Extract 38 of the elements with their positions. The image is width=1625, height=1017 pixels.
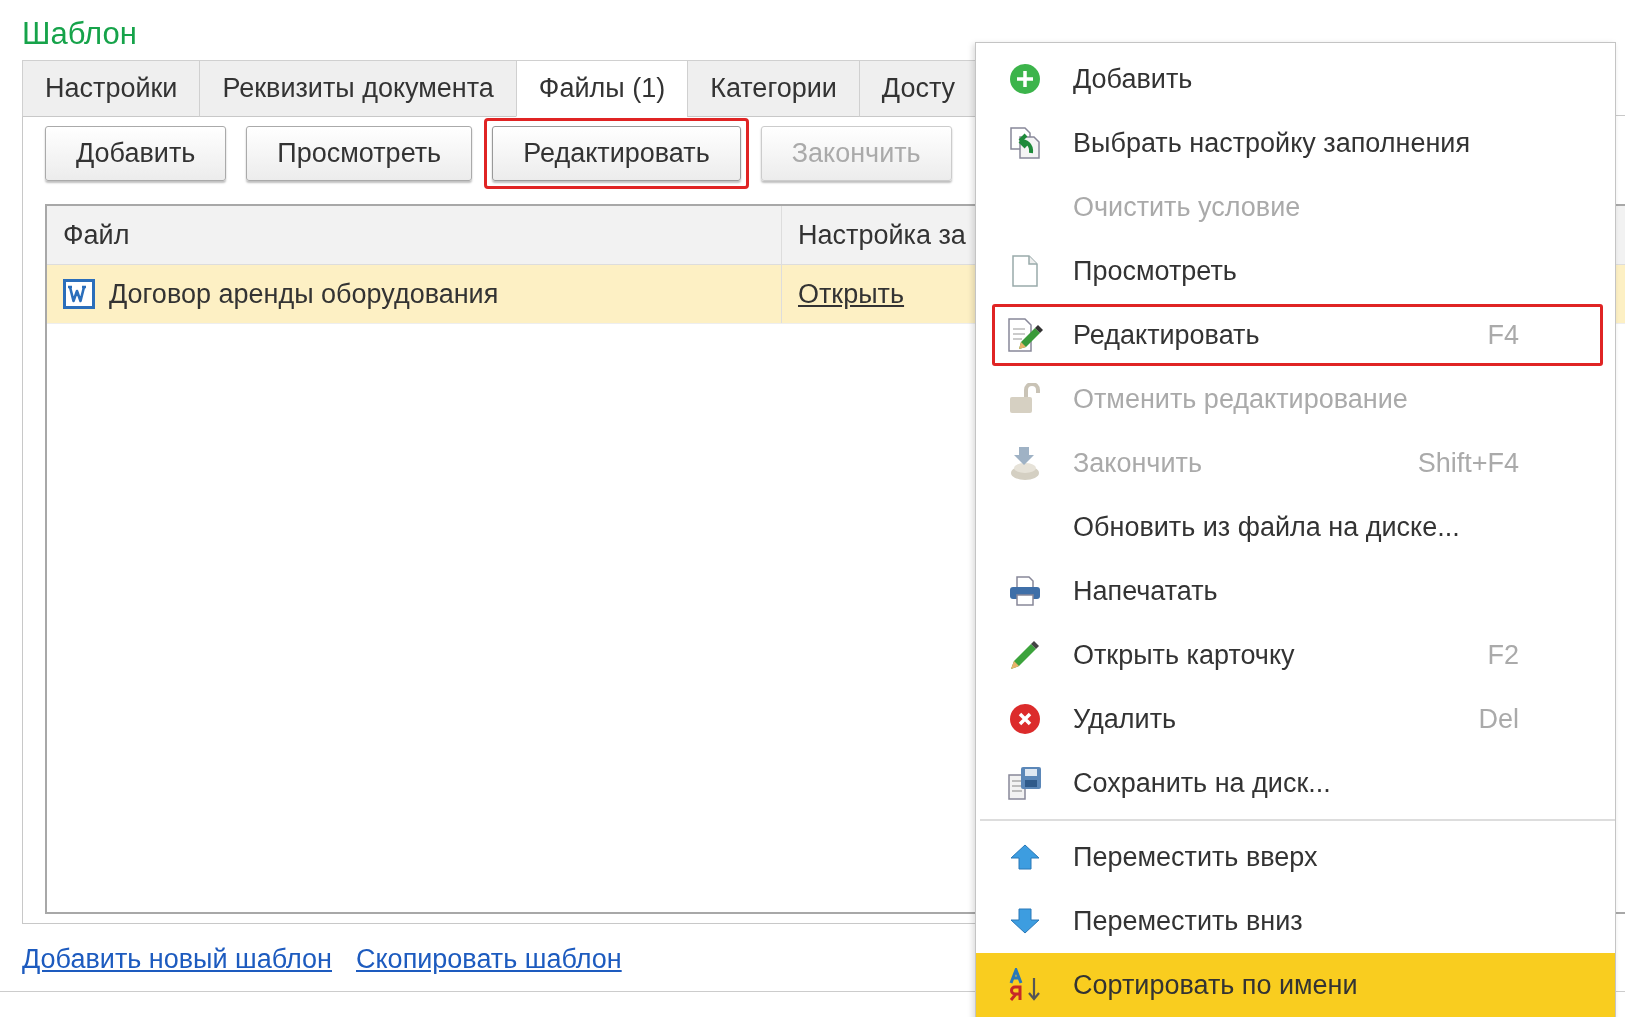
tray-arrow-icon <box>1008 445 1041 481</box>
arrow-down-icon <box>1008 907 1041 935</box>
menu-item[interactable]: Переместить вверх <box>976 825 1615 889</box>
document-arrow-icon <box>1007 126 1042 160</box>
tab[interactable]: Категории <box>687 60 859 117</box>
pencil-icon <box>1008 639 1041 671</box>
tab[interactable]: Файлы (1) <box>515 60 688 117</box>
menu-item[interactable]: Напечатать <box>976 559 1615 623</box>
menu-item[interactable]: Сортировать по имени <box>976 953 1615 1017</box>
menu-item[interactable]: Добавить <box>976 47 1615 111</box>
tab[interactable]: Настройки <box>22 60 200 117</box>
tab[interactable]: Реквизиты документа <box>199 60 516 117</box>
printer-icon <box>1008 575 1041 607</box>
toolbar-button[interactable]: Редактировать <box>492 126 741 181</box>
padlock-icon <box>1007 383 1042 415</box>
document-icon <box>1010 254 1039 288</box>
menu-item[interactable]: Переместить вниз <box>976 889 1615 953</box>
menu-item[interactable]: Обновить из файла на диске... <box>976 495 1615 559</box>
menu-item[interactable]: Открыть карточку F2 <box>976 623 1615 687</box>
tab[interactable]: Досту <box>858 60 978 117</box>
column-header[interactable]: Файл <box>47 206 782 264</box>
word-document-icon <box>63 279 95 309</box>
toolbar-button[interactable]: Добавить <box>45 126 227 181</box>
menu-item[interactable]: Сохранить на диск... <box>976 751 1615 815</box>
floppy-document-icon <box>1006 765 1043 801</box>
arrow-up-icon <box>1008 843 1041 871</box>
menu-item[interactable]: Удалить Del <box>976 687 1615 751</box>
form-title: Шаблон <box>22 15 138 53</box>
document-pencil-icon <box>1006 317 1043 353</box>
add-icon <box>1008 63 1041 95</box>
link[interactable]: Скопировать шаблон <box>356 944 622 975</box>
toolbar-button[interactable]: Просмотреть <box>246 126 473 181</box>
file-name: Договор аренды оборудования <box>109 278 499 310</box>
link[interactable]: Добавить новый шаблон <box>22 944 332 975</box>
open-link[interactable]: Открыть <box>798 278 905 310</box>
delete-icon <box>1008 703 1041 735</box>
menu-item[interactable]: Выбрать настройку заполнения <box>976 111 1615 175</box>
sort-icon <box>1007 968 1042 1002</box>
